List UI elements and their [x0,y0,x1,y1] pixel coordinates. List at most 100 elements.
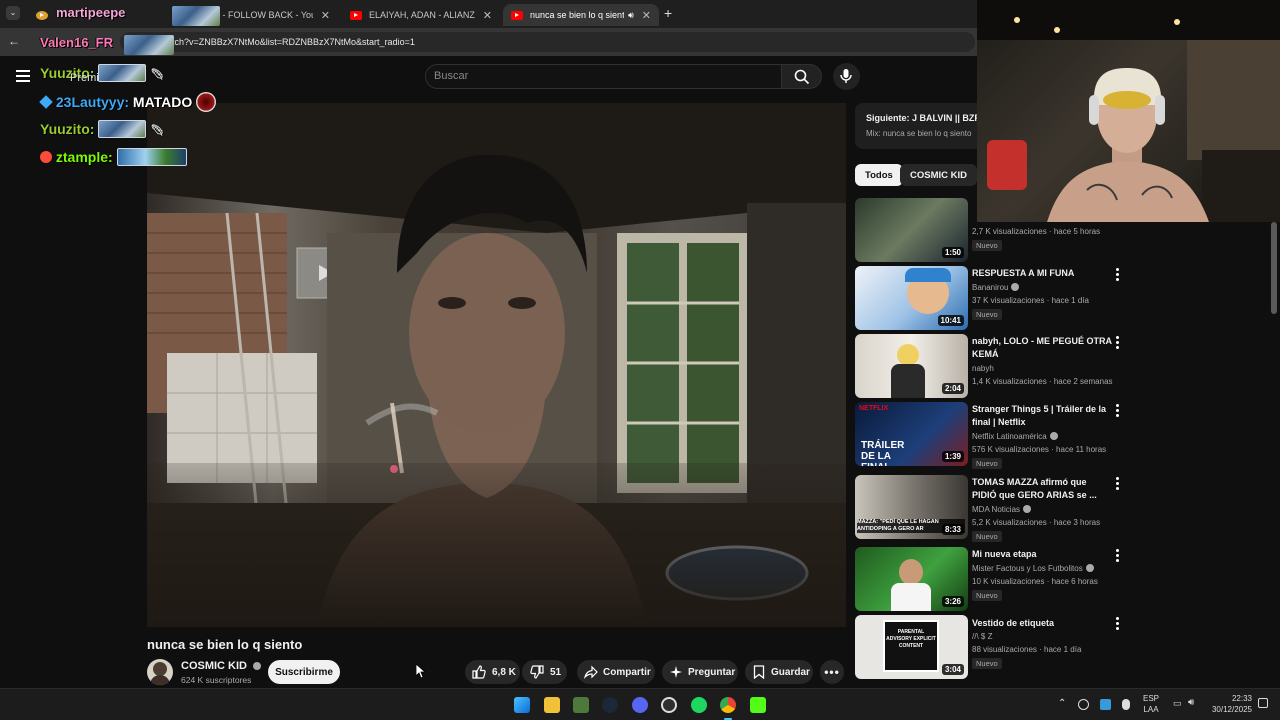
overlay-username: Valen16_FR [40,35,113,50]
subscribe-button[interactable]: Suscribirme [268,660,340,684]
tab-list-dropdown-button[interactable]: ⌄ [6,6,20,20]
recommendation-item[interactable]: PARENTAL ADVISORY EXPLICIT CONTENT 3:04 … [855,615,1125,679]
chevron-up-icon[interactable]: ⌃ [1058,698,1066,709]
search-button[interactable] [781,64,822,89]
video-thumbnail: PARENTAL ADVISORY EXPLICIT CONTENT 3:04 [855,615,968,679]
subscriber-count: 624 K suscriptores [181,675,252,685]
up-next-card[interactable] [855,103,980,149]
save-button[interactable]: Guardar [745,660,813,684]
more-actions-button[interactable]: ••• [820,660,844,684]
more-vertical-icon[interactable] [1116,268,1120,283]
dislike-button[interactable]: 51 [522,660,567,684]
chat-message: Yuuzito: 🪶︎ [40,64,165,82]
more-vertical-icon[interactable] [1116,617,1120,632]
channel-name[interactable]: COSMIC KID [181,660,262,672]
webcam-overlay [977,0,1280,222]
video-thumbnail: 2:04 [855,334,968,398]
share-icon [584,665,598,679]
ask-button[interactable]: Preguntar [662,660,738,684]
language-indicator[interactable]: ESP LAA [1143,693,1159,715]
new-tab-button[interactable]: + [664,5,672,21]
speaker-icon[interactable]: 🔊︎ [1188,697,1194,708]
chip-cosmic-kid[interactable]: COSMIC KID [900,164,977,186]
verified-icon [253,662,262,670]
bookmark-icon [753,665,765,679]
recommendation-channel: //\ $ Z [972,632,993,641]
recommendation-item[interactable]: NETFLIX TRÁILER DE LA FINAL 1:39 Strange… [855,402,1125,469]
thumbs-up-icon [472,665,486,679]
like-count: 6,8 K [492,666,516,678]
up-next-subtitle: Mix: nunca se bien lo q siento [866,129,972,138]
tab-active[interactable]: nunca se bien lo q siento - 🔊︎ ✕ [503,4,659,26]
verified-icon [1011,283,1020,291]
channel-avatar[interactable] [147,659,173,685]
video-thumbnail: NETFLIX TRÁILER DE LA FINAL 1:39 [855,402,968,466]
steam-icon[interactable] [602,697,618,713]
more-vertical-icon[interactable] [1116,336,1120,351]
recommendation-item[interactable]: MAZZA: "PEDÍ QUE LE HAGAN ANTIDOPING A G… [855,475,1125,542]
windows-taskbar: ⌃ [0,688,1280,720]
recommendation-item[interactable]: 2:04 nabyh, LOLO - ME PEGUÉ OTRA KEMÁ na… [855,334,1125,398]
tab-2[interactable]: ELAIYAH, ADAN - ALIANZA (pr ✕ [342,4,500,26]
premium-label: Premi [70,72,99,84]
more-vertical-icon[interactable] [1116,477,1120,492]
verified-icon [1049,432,1058,440]
menu-icon[interactable] [16,70,30,82]
up-next-title: Siguiente: J BALVIN || BZR [866,113,981,123]
kick-icon[interactable] [750,697,766,713]
recommendation-channel: Mister Factous y Los Futbolitos [972,564,1094,573]
obs-icon[interactable] [661,697,677,713]
chip-all[interactable]: Todos [855,164,903,186]
page-scrollbar[interactable] [1271,222,1277,314]
chat-message: ztample: [40,148,187,166]
close-tab-icon[interactable]: ✕ [321,9,330,22]
emote-image [172,6,220,26]
chrome-icon[interactable] [720,697,736,713]
like-button[interactable]: 6,8 K [465,660,520,684]
video-thumbnail: 10:41 [855,266,968,330]
close-tab-icon[interactable]: ✕ [483,9,492,22]
tray-icon[interactable] [1100,699,1111,710]
feather-icon: 🪶︎ [150,69,165,81]
emote-image [98,64,147,82]
overlay-username: martipeepe [56,5,126,20]
thumbs-down-icon [530,665,544,679]
discord-icon[interactable] [632,697,648,713]
speaker-icon[interactable]: 🔊︎ [628,10,634,21]
wifi-icon[interactable]: ▭ [1173,698,1182,709]
video-thumbnail: MAZZA: "PEDÍ QUE LE HAGAN ANTIDOPING A G… [855,475,968,539]
file-explorer-icon[interactable] [544,697,560,713]
recommendation-item[interactable]: 10:41 RESPUESTA A MI FUNA Bananirou 37 K… [855,266,1125,330]
tab-favicon-icon [36,10,48,20]
spotify-icon[interactable] [691,697,707,713]
emote-image [196,92,217,112]
more-vertical-icon[interactable] [1116,404,1120,419]
app-icon[interactable] [573,697,589,713]
search-input[interactable]: Buscar [434,70,468,82]
notification-icon[interactable] [1258,698,1268,708]
recommendation-title: Stranger Things 5 | Tráiler de la final … [972,404,1107,427]
sparkle-icon [670,666,682,678]
recommendation-title: TOMAS MAZZA afirmó que PIDIÓ que GERO AR… [972,477,1097,500]
close-tab-icon[interactable]: ✕ [642,9,651,22]
recommendation-channel: Netflix Latinoamérica [972,432,1058,441]
recommendation-channel: nabyh [972,364,994,373]
recommendation-title: Vestido de etiqueta [972,618,1055,628]
emote-image [124,35,174,55]
tray-icon[interactable] [1122,699,1130,710]
video-player[interactable] [147,103,846,627]
share-button[interactable]: Compartir [577,660,655,684]
emote-image [98,120,147,138]
search-field[interactable] [425,64,782,89]
emote-image [116,148,187,166]
system-clock[interactable]: 22:33 30/12/2025 [1208,693,1252,715]
tray-icon[interactable] [1078,699,1089,710]
back-arrow-icon[interactable]: ← [8,34,20,48]
recommendation-item[interactable]: 3:26 Mi nueva etapa Mister Factous y Los… [855,547,1125,611]
verified-icon [1085,564,1094,572]
search-icon [794,69,810,85]
windows-start-icon[interactable] [514,697,530,713]
voice-search-button[interactable] [833,63,860,90]
more-vertical-icon[interactable] [1116,549,1120,564]
recommendation-channel: MDA Noticias [972,505,1032,514]
